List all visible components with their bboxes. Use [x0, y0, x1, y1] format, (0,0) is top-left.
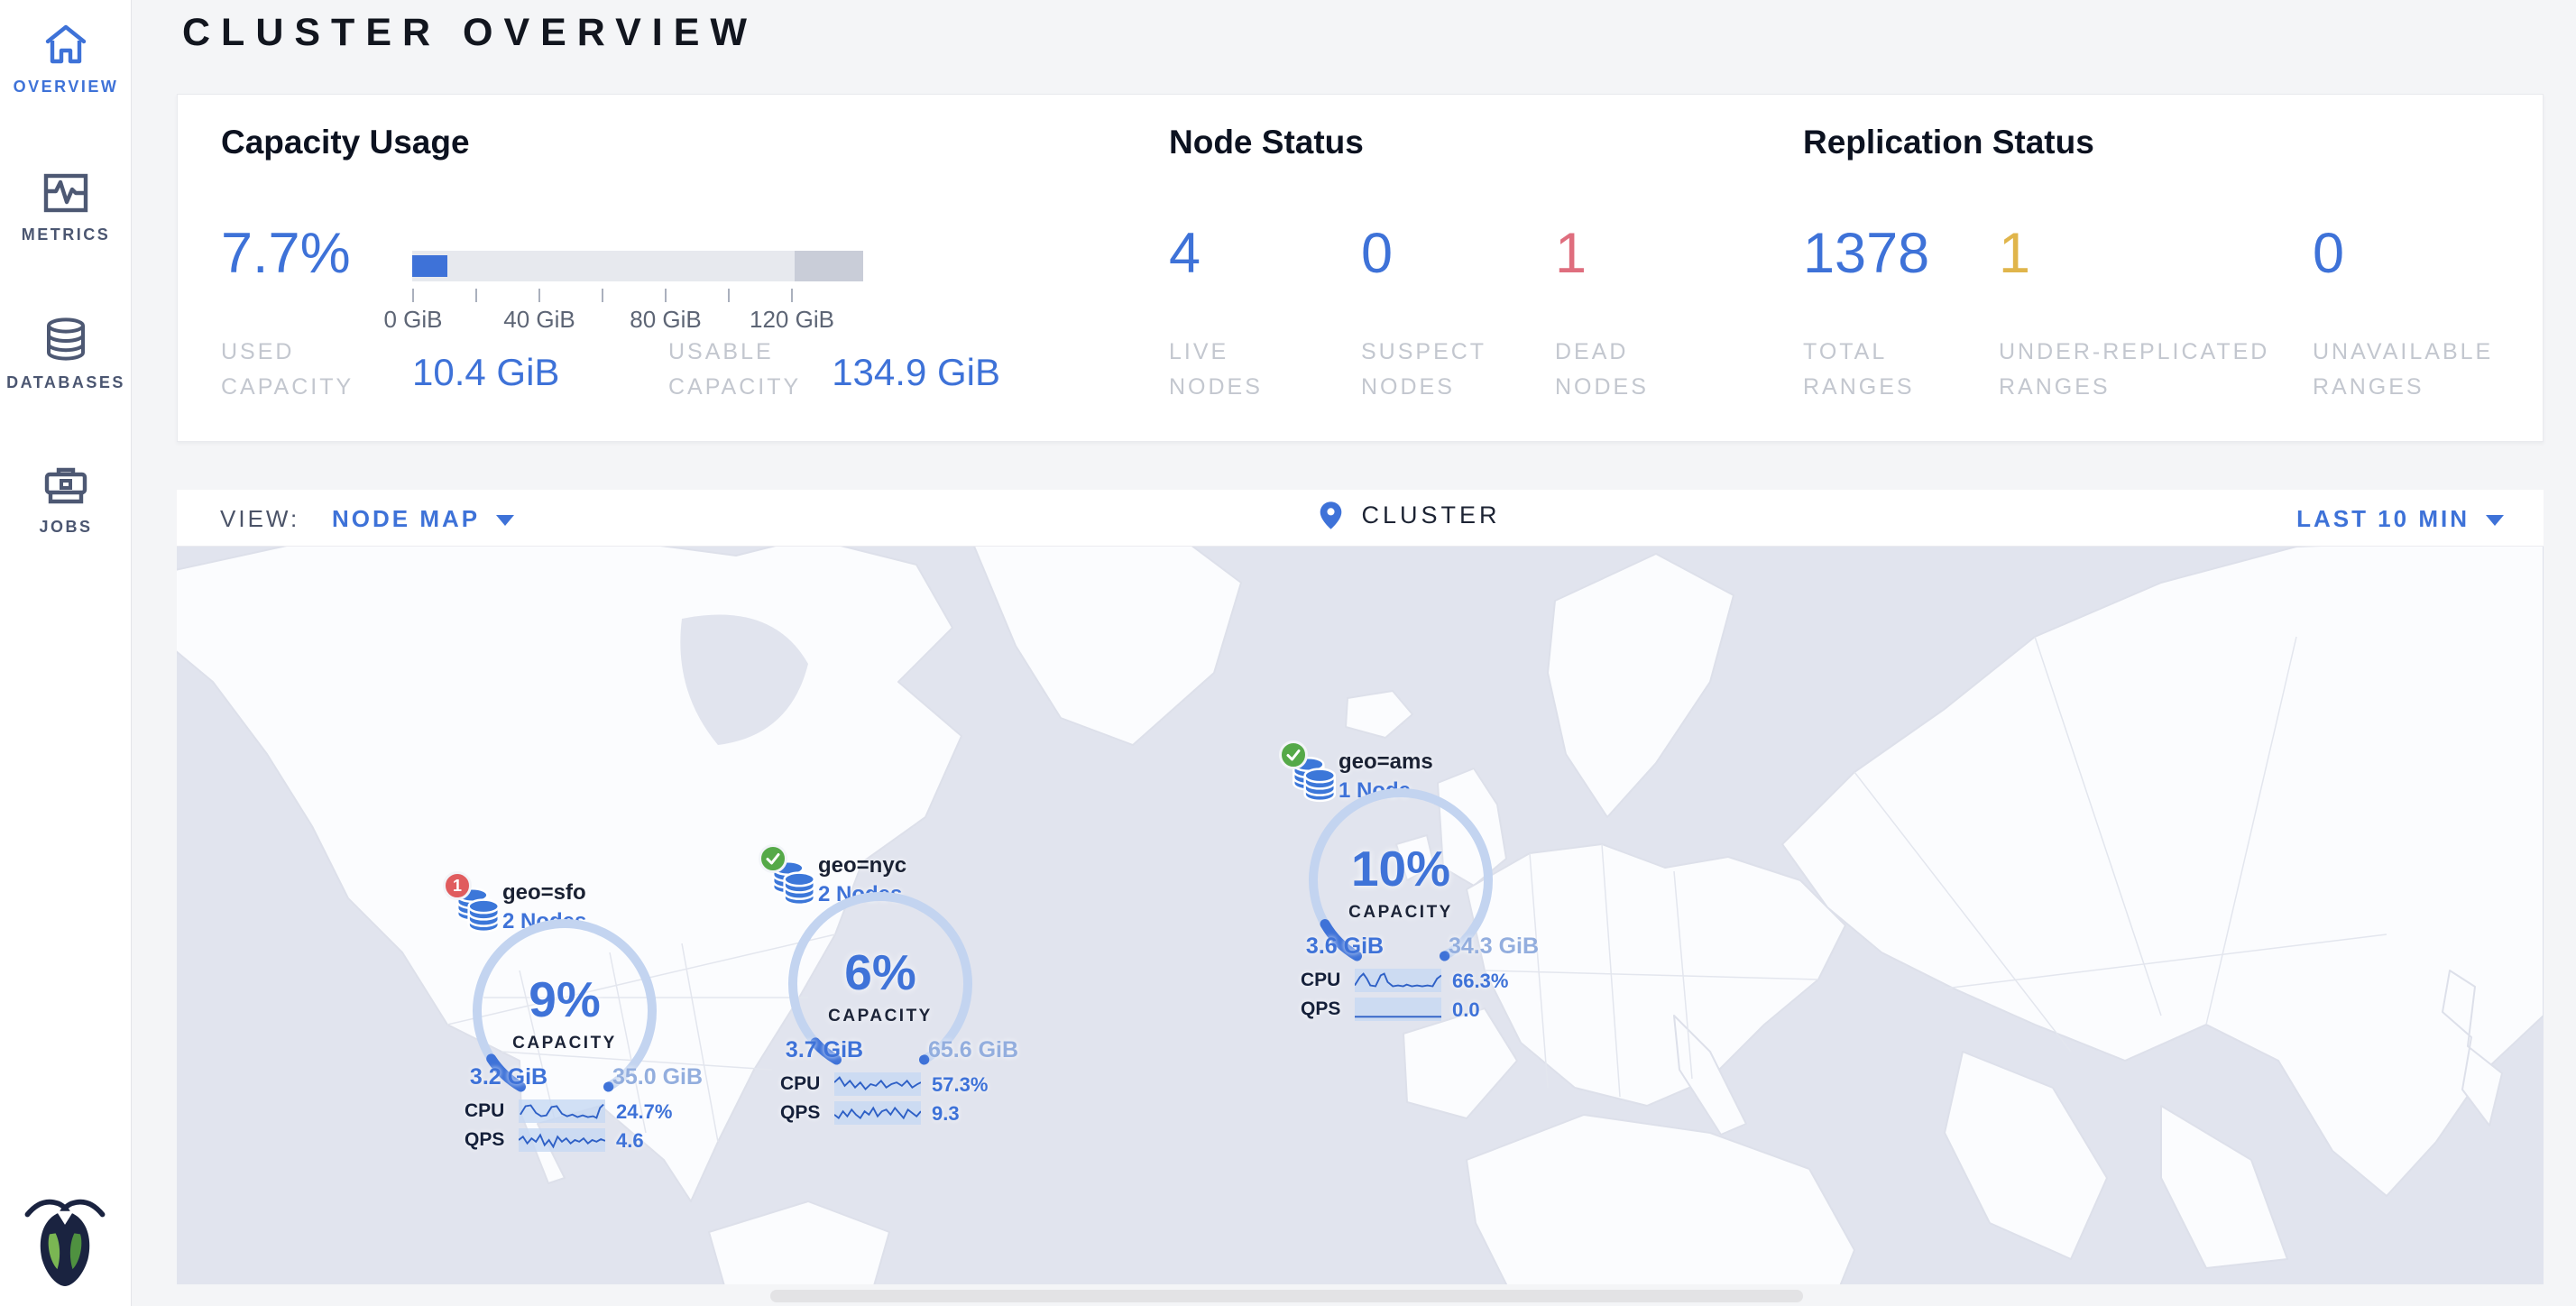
locality-marker-sfo[interactable]: 1 geo=sfo 2 Nodes 9% CAPACITY 3.2 GiB 35…	[443, 871, 750, 1160]
node-map[interactable]: 1 geo=sfo 2 Nodes 9% CAPACITY 3.2 GiB 35…	[177, 547, 2544, 1284]
capacity-label: CAPACITY	[483, 1034, 646, 1053]
briefcase-icon	[44, 465, 87, 505]
total-capacity: 34.3 GiB	[1431, 934, 1557, 960]
cockroachdb-logo[interactable]	[22, 1192, 108, 1286]
sidebar-item-label: METRICS	[22, 225, 111, 244]
qps-value: 9.3	[932, 1102, 960, 1126]
axis-tick-label: 40 GiB	[476, 306, 603, 334]
qps-label: QPS	[465, 1129, 504, 1151]
healthy-badge	[1279, 740, 1308, 769]
capacity-label: CAPACITY	[799, 1007, 961, 1026]
axis-tick-label: 0 GiB	[350, 306, 476, 334]
used-capacity: 3.7 GiB	[766, 1037, 883, 1063]
sidebar-item-databases[interactable]: DATABASES	[0, 317, 132, 392]
live-nodes-value: 4	[1169, 221, 1201, 286]
capacity-percent: 9%	[483, 970, 646, 1028]
axis-tick-label: 80 GiB	[603, 306, 729, 334]
check-icon	[1282, 743, 1305, 767]
cpu-value: 57.3%	[932, 1073, 988, 1097]
qps-value: 0.0	[1452, 998, 1480, 1022]
capacity-percent: 10%	[1320, 840, 1482, 897]
qps-sparkline	[834, 1101, 921, 1125]
capacity-percent: 6%	[799, 943, 961, 1001]
cpu-label: CPU	[1301, 970, 1340, 991]
breadcrumb-label: CLUSTER	[1361, 501, 1500, 529]
healthy-badge	[759, 844, 787, 873]
cpu-sparkline	[519, 1099, 605, 1123]
qps-value: 4.6	[616, 1129, 644, 1153]
cpu-label: CPU	[780, 1073, 820, 1095]
live-nodes-label: LIVE NODES	[1169, 335, 1286, 405]
total-ranges-label: TOTAL RANGES	[1803, 335, 1938, 405]
capacity-bar-fill	[412, 255, 447, 277]
view-bar: VIEW: NODE MAP CLUSTER LAST 10 MIN	[177, 490, 2544, 547]
capacity-bar-reserved	[795, 251, 863, 281]
locality-marker-ams[interactable]: geo=ams 1 Node 10% CAPACITY 3.6 GiB 34.3…	[1279, 740, 1586, 1029]
total-capacity: 65.6 GiB	[910, 1037, 1036, 1063]
capacity-usage-title: Capacity Usage	[221, 124, 470, 161]
cpu-label: CPU	[465, 1100, 504, 1122]
dead-nodes-label: DEAD NODES	[1555, 335, 1681, 405]
map-pin-icon	[1319, 501, 1343, 530]
sidebar-item-jobs[interactable]: JOBS	[0, 465, 132, 537]
used-capacity-label: USED CAPACITY	[221, 335, 365, 405]
page-title: CLUSTER OVERVIEW	[182, 11, 758, 55]
sidebar: OVERVIEW METRICS DATABASES	[0, 0, 132, 1306]
metrics-icon	[43, 173, 88, 213]
axis-tick-label: 120 GiB	[729, 306, 855, 334]
under-replicated-label: UNDER-REPLICATED RANGES	[1999, 335, 2287, 405]
cpu-value: 66.3%	[1452, 970, 1508, 993]
time-range-value: LAST 10 MIN	[2296, 505, 2470, 532]
qps-label: QPS	[780, 1102, 820, 1124]
qps-label: QPS	[1301, 998, 1340, 1020]
check-icon	[761, 847, 785, 870]
error-badge: 1	[443, 871, 472, 900]
database-icon	[45, 317, 87, 361]
used-capacity-value: 10.4 GiB	[412, 351, 559, 394]
cluster-overview-page: OVERVIEW METRICS DATABASES	[0, 0, 2576, 1306]
dead-nodes-value: 1	[1555, 221, 1587, 286]
total-capacity: 35.0 GiB	[594, 1064, 721, 1090]
sidebar-item-label: JOBS	[39, 518, 92, 536]
capacity-percent: 7.7%	[221, 221, 351, 286]
view-selector[interactable]: NODE MAP	[332, 505, 514, 533]
replication-status-title: Replication Status	[1803, 124, 2094, 161]
sidebar-item-label: OVERVIEW	[14, 78, 119, 96]
qps-sparkline	[1355, 998, 1441, 1021]
suspect-nodes-label: SUSPECT NODES	[1361, 335, 1505, 405]
locality-name: geo=sfo	[502, 880, 586, 906]
unavailable-value: 0	[2313, 221, 2344, 286]
used-capacity: 3.6 GiB	[1286, 934, 1403, 960]
locality-name: geo=ams	[1339, 750, 1433, 775]
qps-sparkline	[519, 1128, 605, 1152]
total-ranges-value: 1378	[1803, 221, 1929, 286]
sidebar-item-overview[interactable]: OVERVIEW	[0, 23, 132, 97]
chevron-down-icon	[2486, 515, 2504, 526]
cpu-sparkline	[1355, 969, 1441, 992]
usable-capacity-label: USABLE CAPACITY	[668, 335, 831, 405]
error-count: 1	[446, 874, 469, 897]
unavailable-label: UNAVAILABLE RANGES	[2313, 335, 2538, 405]
capacity-bar	[412, 251, 863, 281]
capacity-label: CAPACITY	[1320, 903, 1482, 923]
home-icon	[44, 23, 87, 65]
locality-name: geo=nyc	[818, 853, 906, 878]
locality-marker-nyc[interactable]: geo=nyc 2 Nodes 6% CAPACITY 3.7 GiB 65.6…	[759, 844, 1065, 1133]
summary-panel: Capacity Usage 7.7% 0 GiB 40 GiB 80 GiB …	[177, 94, 2544, 442]
chevron-down-icon	[496, 515, 514, 526]
breadcrumb-cluster[interactable]: CLUSTER	[1319, 501, 1500, 530]
cpu-value: 24.7%	[616, 1100, 672, 1124]
used-capacity: 3.2 GiB	[450, 1064, 567, 1090]
under-replicated-value: 1	[1999, 221, 2030, 286]
sidebar-item-label: DATABASES	[6, 373, 125, 391]
suspect-nodes-value: 0	[1361, 221, 1393, 286]
cpu-sparkline	[834, 1072, 921, 1096]
view-selector-value: NODE MAP	[332, 505, 480, 532]
node-status-title: Node Status	[1169, 124, 1364, 161]
sidebar-item-metrics[interactable]: METRICS	[0, 173, 132, 244]
view-label: VIEW:	[220, 505, 299, 533]
time-range-selector[interactable]: LAST 10 MIN	[2296, 505, 2504, 533]
usable-capacity-value: 134.9 GiB	[809, 351, 1000, 394]
horizontal-scrollbar[interactable]	[770, 1290, 1803, 1302]
